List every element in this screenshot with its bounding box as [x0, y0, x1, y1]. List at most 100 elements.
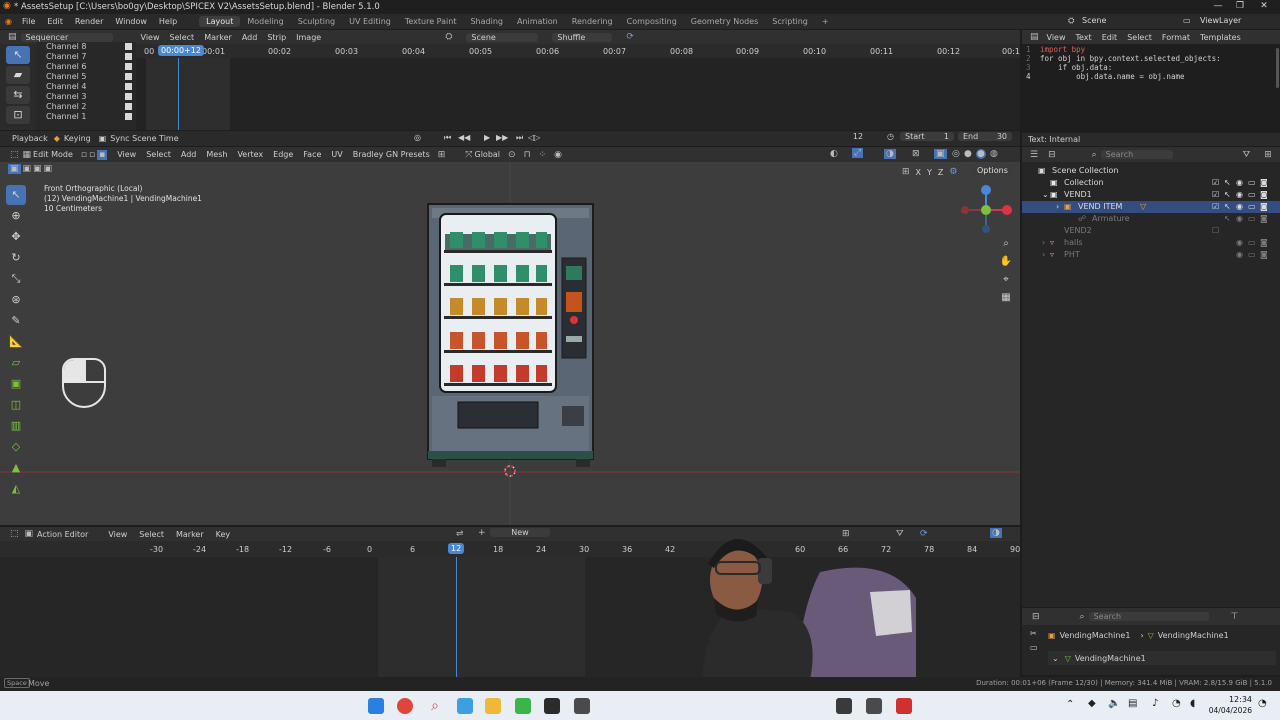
- scale-tool-icon[interactable]: ⤡: [6, 269, 26, 289]
- outliner-item[interactable]: ▣ Scene Collection: [1022, 165, 1280, 177]
- camera-icon[interactable]: ◙: [1260, 189, 1268, 201]
- channel-checkbox[interactable]: [125, 93, 132, 100]
- visibility-icon[interactable]: ◐: [830, 149, 838, 159]
- pivot-icon[interactable]: ⊙: [508, 150, 516, 160]
- maximize-icon[interactable]: ❐: [1230, 1, 1250, 11]
- 3d-viewport[interactable]: [0, 162, 1020, 525]
- seq-shuffle-select[interactable]: Shuffle: [552, 32, 613, 42]
- snapping-icon[interactable]: ⟳: [920, 529, 928, 539]
- pin-icon[interactable]: ⊤: [1231, 612, 1239, 622]
- seq-menu-marker[interactable]: Marker: [204, 33, 232, 42]
- outliner-item[interactable]: › ▿ PHT ◉ ▭ ◙: [1022, 249, 1280, 261]
- tab-geometry-nodes[interactable]: Geometry Nodes: [684, 16, 765, 27]
- new-action-plus-icon[interactable]: +: [478, 528, 486, 538]
- annotate-tool-icon[interactable]: ✎: [6, 311, 26, 331]
- channel-row[interactable]: Channel 2: [36, 102, 136, 112]
- vp-menu-add[interactable]: Add: [181, 150, 197, 159]
- select-box-tool-icon[interactable]: ↖: [6, 185, 26, 205]
- volume-icon[interactable]: 🔈: [1108, 698, 1120, 709]
- render-icon[interactable]: ▭: [1248, 213, 1256, 225]
- network-icon[interactable]: ▤: [1128, 698, 1137, 709]
- select-icon[interactable]: ↖: [1224, 213, 1231, 225]
- tab-uv-editing[interactable]: UV Editing: [342, 16, 398, 27]
- camera-view-icon[interactable]: ⌖: [998, 274, 1014, 292]
- expand-icon[interactable]: ⌄: [1042, 189, 1049, 201]
- slip-tool-icon[interactable]: ⇆: [6, 86, 30, 104]
- render-icon[interactable]: ▭: [1248, 237, 1256, 249]
- action-playhead[interactable]: [456, 557, 457, 677]
- ae-menu-view[interactable]: View: [108, 530, 127, 539]
- vp-menu-edge[interactable]: Edge: [273, 150, 293, 159]
- outliner-item[interactable]: ▣ Collection ☑ ↖ ◉ ▭ ◙: [1022, 177, 1280, 189]
- channel-checkbox[interactable]: [125, 83, 132, 90]
- tab-compositing[interactable]: Compositing: [620, 16, 684, 27]
- app-icon[interactable]: [866, 698, 882, 714]
- clock-time[interactable]: 12:34: [1212, 695, 1252, 704]
- dopesheet-editor-icon[interactable]: ⬚: [10, 529, 19, 539]
- channel-row[interactable]: Channel 4: [36, 82, 136, 92]
- play-icon[interactable]: ▶: [484, 133, 490, 142]
- axis-z[interactable]: Z: [938, 168, 943, 177]
- camera-icon[interactable]: ◙: [1260, 201, 1268, 213]
- close-icon[interactable]: ✕: [1254, 1, 1274, 11]
- transform-tool-icon[interactable]: ⊛: [6, 290, 26, 310]
- eye-icon[interactable]: ◉: [1236, 189, 1243, 201]
- start-menu-icon[interactable]: [368, 698, 384, 714]
- filter-icon[interactable]: ⛛: [1243, 150, 1251, 160]
- overlay-icon[interactable]: ◑: [884, 149, 896, 159]
- sequencer-time-ruler[interactable]: 00 00:01 00:02 00:03 00:04 00:05 00:06 0…: [136, 44, 1020, 58]
- seq-menu-select[interactable]: Select: [170, 33, 195, 42]
- rendered-shading-icon[interactable]: ◍: [990, 149, 998, 159]
- file-explorer-icon[interactable]: [485, 698, 501, 714]
- checkbox-icon[interactable]: ☑: [1212, 177, 1219, 189]
- te-menu-text[interactable]: Text: [1076, 33, 1092, 42]
- render-icon[interactable]: ▭: [1248, 201, 1256, 213]
- channel-checkbox[interactable]: [125, 73, 132, 80]
- vp-menu-bradley-gn[interactable]: Bradley GN Presets: [353, 150, 430, 159]
- transform-tool-icon[interactable]: ⊡: [6, 106, 30, 124]
- seq-scene-field[interactable]: Scene: [466, 32, 539, 42]
- edge-select-icon[interactable]: ▫: [89, 150, 95, 160]
- camera-icon[interactable]: ◙: [1260, 213, 1268, 225]
- playback-menu[interactable]: Playback: [12, 134, 48, 143]
- ortho-grid-icon[interactable]: ▦: [998, 292, 1014, 310]
- mesh-datablock-field[interactable]: ⌄ ▽ VendingMachine1: [1048, 651, 1276, 665]
- new-action-button[interactable]: New: [490, 528, 550, 537]
- checkbox-icon[interactable]: ☐: [1212, 225, 1219, 237]
- select-icon[interactable]: ↖: [1224, 177, 1231, 189]
- rotate-tool-icon[interactable]: ↻: [6, 248, 26, 268]
- blade-tool-icon[interactable]: ▰: [6, 66, 30, 84]
- minimize-icon[interactable]: —: [1208, 1, 1228, 11]
- prev-marker-icon[interactable]: ◁▷: [528, 133, 540, 142]
- snap-target-icon[interactable]: ⁘: [539, 150, 547, 160]
- seq-menu-view[interactable]: View: [141, 33, 160, 42]
- ae-menu-key[interactable]: Key: [216, 530, 231, 539]
- clock-date[interactable]: 04/04/2026: [1204, 706, 1252, 715]
- xray-icon[interactable]: ▣: [934, 149, 947, 159]
- search-icon[interactable]: ⌕: [427, 698, 443, 714]
- expand-icon[interactable]: ›: [1042, 237, 1045, 249]
- outliner-item[interactable]: ☍ Armature ↖ ◉ ▭ ◙: [1022, 213, 1280, 225]
- text-editor[interactable]: 1 2 3 4 import bpy for obj in bpy.contex…: [1022, 44, 1280, 133]
- tab-rendering[interactable]: Rendering: [565, 16, 620, 27]
- te-menu-templates[interactable]: Templates: [1200, 33, 1241, 42]
- scene-selector[interactable]: Scene: [1082, 16, 1106, 25]
- start-frame-field[interactable]: Start 1: [900, 132, 954, 141]
- checkbox-icon[interactable]: ☑: [1212, 201, 1219, 213]
- expand-icon[interactable]: ›: [1042, 249, 1045, 261]
- channel-row[interactable]: Channel 6: [36, 62, 136, 72]
- extrude-tool-icon[interactable]: ▱: [6, 353, 26, 373]
- vp-menu-vertex[interactable]: Vertex: [237, 150, 263, 159]
- tab-modeling[interactable]: Modeling: [240, 16, 290, 27]
- loop-cut-tool-icon[interactable]: ▥: [6, 416, 26, 436]
- speaker-icon[interactable]: ◖: [1190, 698, 1195, 709]
- tool-tab-icon[interactable]: ✂: [1030, 629, 1042, 643]
- current-frame-badge[interactable]: 12: [448, 543, 465, 554]
- vertex-select-icon[interactable]: ▫: [81, 150, 87, 160]
- vp-menu-mesh[interactable]: Mesh: [206, 150, 227, 159]
- brave-browser-icon[interactable]: [397, 698, 413, 714]
- channel-row[interactable]: Channel 5: [36, 72, 136, 82]
- blender-menu-icon[interactable]: ◉: [0, 17, 16, 26]
- poly-build-tool-icon[interactable]: ▲: [6, 458, 26, 478]
- channel-checkbox[interactable]: [125, 103, 132, 110]
